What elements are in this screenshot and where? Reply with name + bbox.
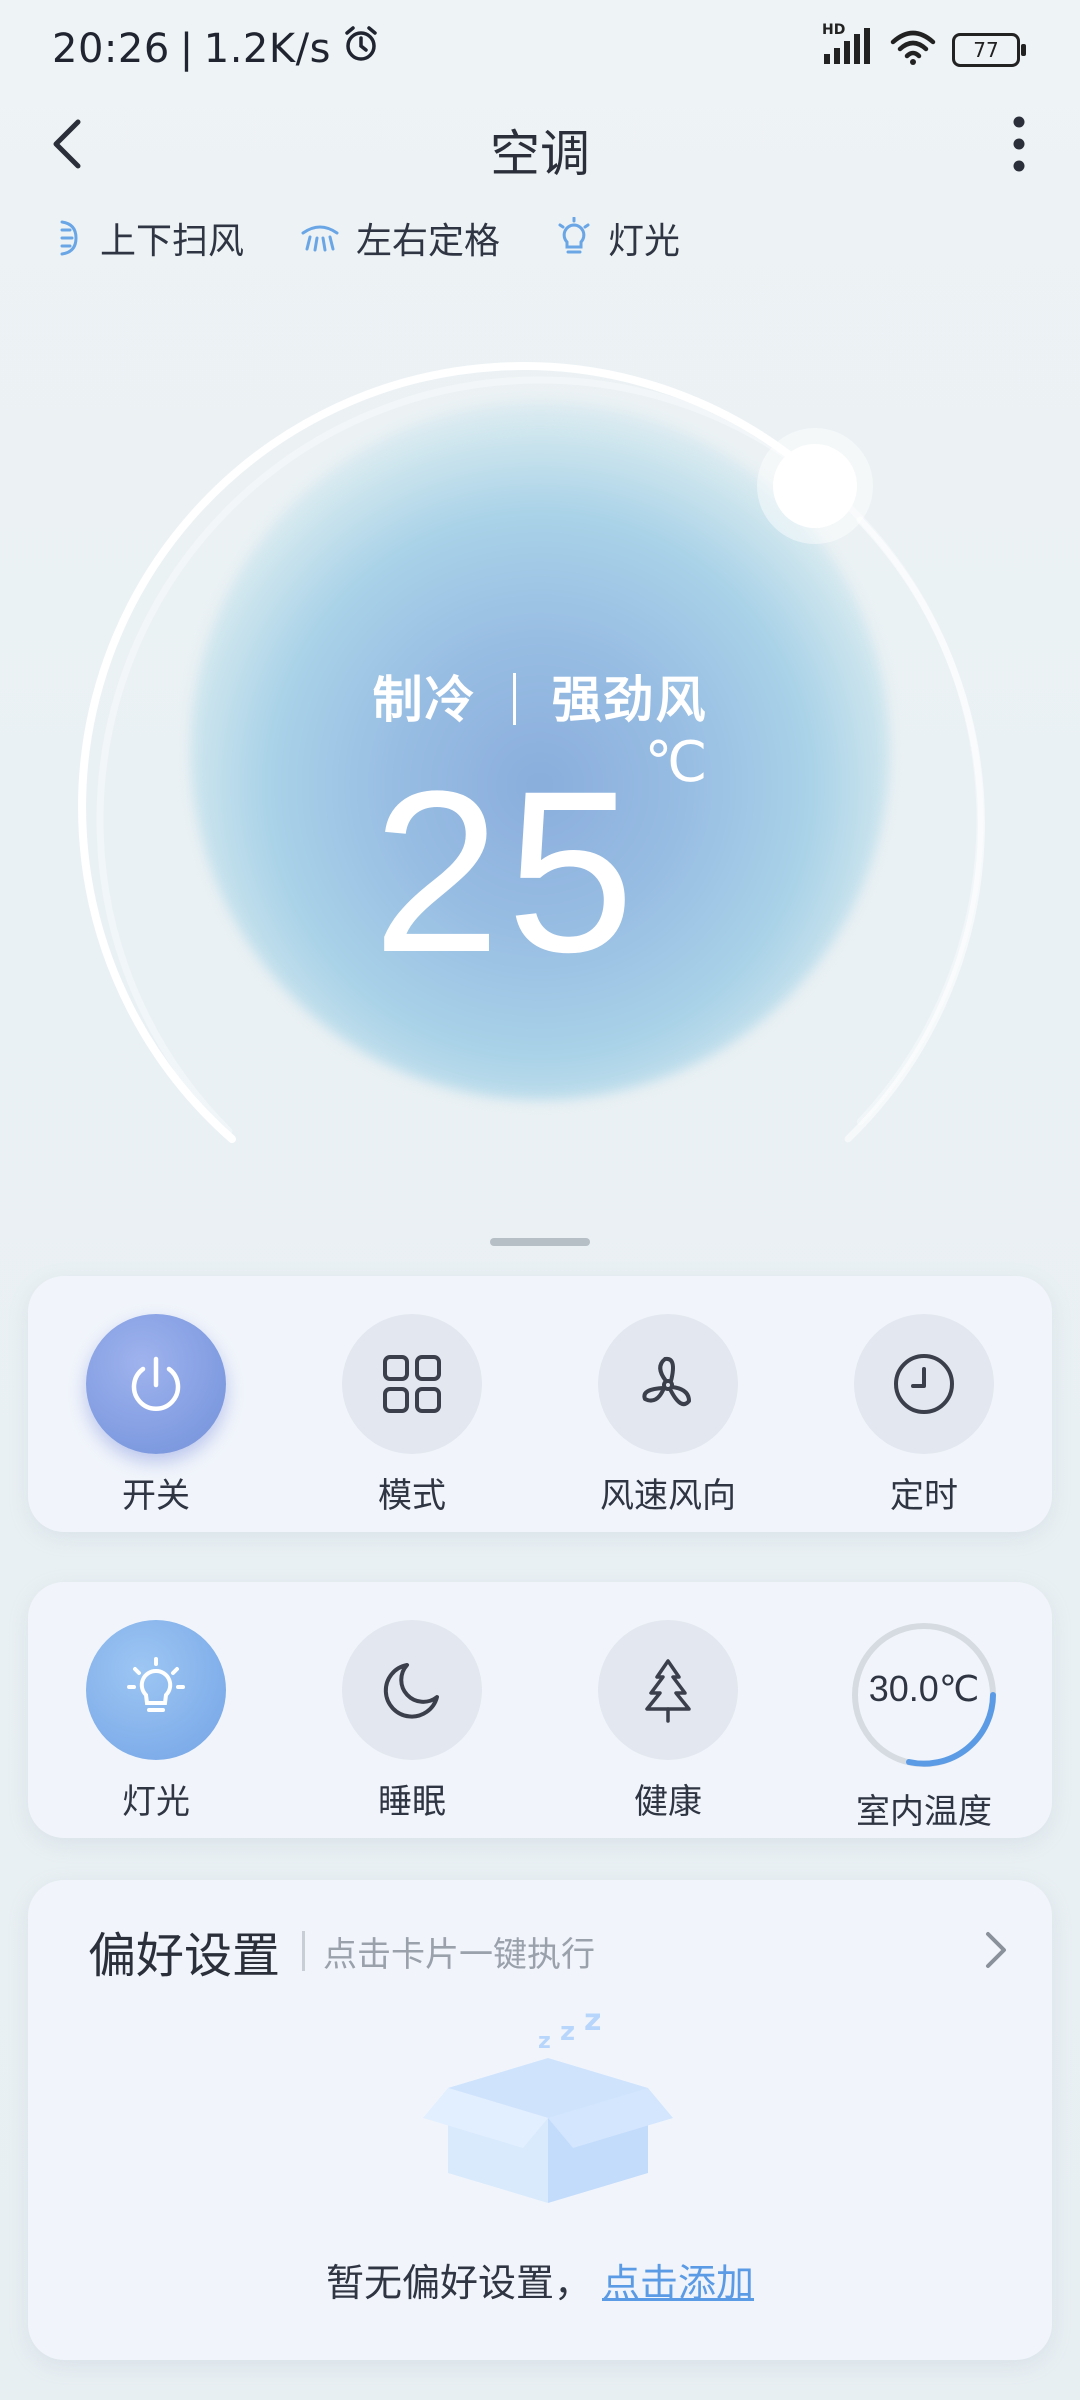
wifi-icon xyxy=(890,30,936,70)
preferences-card[interactable]: 偏好设置 点击卡片一键执行 z z z 暂无偏好设置， 点击添加 xyxy=(28,1880,1052,2360)
tree-icon xyxy=(645,1659,691,1723)
light-button[interactable] xyxy=(86,1620,226,1760)
quick-toggle-vertical-swing[interactable]: 上下扫风 xyxy=(54,212,244,264)
power-icon xyxy=(131,1356,181,1411)
page-title: 空调 xyxy=(490,125,590,183)
control-label: 健康 xyxy=(634,1782,702,1822)
control-label: 灯光 xyxy=(122,1782,190,1822)
temperature-dial[interactable]: 制冷 强劲风 25℃ xyxy=(0,340,1080,1240)
timer-control[interactable]: 定时 xyxy=(814,1314,1034,1517)
sleep-control[interactable]: 睡眠 xyxy=(302,1620,522,1833)
preferences-divider xyxy=(302,1931,306,1971)
control-label: 开关 xyxy=(122,1476,190,1516)
signal-icon: HD xyxy=(822,22,874,72)
temperature-unit: ℃ xyxy=(644,730,708,795)
health-button[interactable] xyxy=(598,1620,738,1760)
svg-text:z: z xyxy=(560,2017,575,2047)
indoor-temperature: 30.0℃ 室内温度 xyxy=(814,1620,1034,1833)
quick-toggles: 上下扫风 左右定格 灯光 xyxy=(54,212,680,264)
indoor-temperature-value: 30.0℃ xyxy=(868,1668,980,1709)
fan-button[interactable] xyxy=(598,1314,738,1454)
bulb-icon xyxy=(558,217,590,254)
temperature-value: 25 xyxy=(372,743,641,1000)
grid-icon xyxy=(383,1355,441,1413)
preferences-title: 偏好设置 xyxy=(88,1928,281,1984)
add-preference-link[interactable]: 点击添加 xyxy=(602,2261,754,2305)
more-vertical-icon xyxy=(1013,116,1025,172)
control-label: 定时 xyxy=(890,1476,958,1516)
hd-label: HD xyxy=(822,22,846,38)
horizontal-swing-icon xyxy=(301,225,339,252)
indoor-temperature-ring: 30.0℃ xyxy=(849,1620,999,1770)
status-left: 20:26 | 1.2K/s xyxy=(52,24,381,74)
title-bar: 空调 xyxy=(0,100,1080,190)
clock-icon xyxy=(894,1354,954,1414)
status-right: HD 77 xyxy=(822,22,1026,72)
quick-toggle-label: 左右定格 xyxy=(356,221,501,262)
quick-toggle-label: 上下扫风 xyxy=(100,221,245,262)
mode-button[interactable] xyxy=(342,1314,482,1454)
fan-speed-label: 强劲风 xyxy=(551,671,708,729)
network-speed: 1.2K/s xyxy=(203,26,331,72)
preferences-subtitle: 点击卡片一键执行 xyxy=(323,1934,596,1975)
mode-separator xyxy=(512,673,516,725)
quick-toggle-label: 灯光 xyxy=(608,221,681,262)
light-control[interactable]: 灯光 xyxy=(46,1620,266,1833)
battery-level: 77 xyxy=(973,38,999,62)
sleep-button[interactable] xyxy=(342,1620,482,1760)
chevron-right-icon xyxy=(986,1932,1006,1968)
fan-control[interactable]: 风速风向 xyxy=(558,1314,778,1517)
vertical-swing-icon xyxy=(60,220,78,256)
empty-message: 暂无偏好设置， xyxy=(325,2261,592,2305)
svg-text:z: z xyxy=(538,2029,551,2054)
control-card-secondary: 灯光 睡眠 健康 30.0℃ 室内温度 xyxy=(28,1582,1052,1838)
quick-toggle-horizontal-swing[interactable]: 左右定格 xyxy=(300,212,500,264)
more-options-button[interactable] xyxy=(994,112,1044,176)
svg-text:z: z xyxy=(584,2008,601,2038)
control-label: 睡眠 xyxy=(378,1782,446,1822)
status-separator: | xyxy=(179,26,194,72)
moon-icon xyxy=(383,1663,439,1719)
health-control[interactable]: 健康 xyxy=(558,1620,778,1833)
fan-icon xyxy=(642,1356,691,1406)
power-control[interactable]: 开关 xyxy=(46,1314,266,1517)
control-card-primary: 开关 模式 风速风向 定时 xyxy=(28,1276,1052,1532)
preferences-open-button[interactable] xyxy=(976,1930,1016,1970)
temperature-display: 25℃ xyxy=(0,730,1080,1004)
empty-box-illustration: z z z xyxy=(418,2003,678,2208)
status-time: 20:26 xyxy=(52,26,170,72)
mode-line: 制冷 强劲风 xyxy=(0,660,1080,732)
power-button[interactable] xyxy=(86,1314,226,1454)
empty-state-text: 暂无偏好设置， 点击添加 xyxy=(28,2252,1052,2307)
alarm-icon xyxy=(341,24,381,74)
control-label: 模式 xyxy=(378,1476,446,1516)
dial-knob[interactable] xyxy=(773,444,857,528)
mode-label: 制冷 xyxy=(372,671,477,729)
control-label: 风速风向 xyxy=(600,1476,736,1516)
quick-toggle-light[interactable]: 灯光 xyxy=(556,212,680,264)
status-bar: 20:26 | 1.2K/s HD 77 xyxy=(0,0,1080,100)
drag-handle[interactable] xyxy=(490,1238,590,1246)
control-label: 室内温度 xyxy=(856,1792,992,1832)
bulb-icon xyxy=(127,1657,185,1712)
preferences-header: 偏好设置 点击卡片一键执行 xyxy=(88,1916,595,1986)
battery-indicator: 77 xyxy=(952,33,1026,67)
timer-button[interactable] xyxy=(854,1314,994,1454)
mode-control[interactable]: 模式 xyxy=(302,1314,522,1517)
